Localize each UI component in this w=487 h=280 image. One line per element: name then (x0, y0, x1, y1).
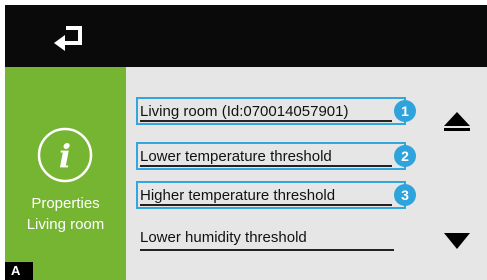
divider (140, 204, 392, 206)
return-arrow-icon (54, 26, 82, 51)
list-item-higher-temperature[interactable]: Higher temperature threshold 3 (136, 181, 416, 209)
title-line-1: Properties (31, 195, 100, 212)
callout-badge: 1 (394, 100, 416, 122)
triangle-down-icon (444, 233, 470, 249)
property-list-panel: Living room (Id:070014057901) 1 Lower te… (126, 67, 487, 280)
scroll-up-button[interactable] (442, 111, 472, 133)
divider (140, 120, 392, 122)
callout-badge: 2 (394, 145, 416, 167)
divider (140, 249, 394, 251)
list-item-label: Living room (Id:070014057901) (140, 103, 349, 120)
list-item-label: Lower temperature threshold (140, 148, 332, 165)
scroll-down-button[interactable] (442, 231, 472, 253)
title-line-2: Living room (26, 216, 105, 233)
back-button[interactable] (53, 25, 87, 51)
list-item-lower-temperature[interactable]: Lower temperature threshold 2 (136, 142, 416, 170)
info-icon: i (37, 127, 93, 183)
page-title: Properties Living room (5, 193, 126, 235)
info-glyph: i (59, 137, 71, 175)
corner-label: A (5, 262, 33, 280)
divider (140, 165, 392, 167)
list-item-room-id[interactable]: Living room (Id:070014057901) 1 (136, 97, 416, 125)
callout-badge: 3 (394, 184, 416, 206)
sidebar: i Properties Living room (5, 67, 126, 280)
list-item-label: Lower humidity threshold (140, 229, 307, 246)
top-bar (5, 5, 487, 67)
list-item-label: Higher temperature threshold (140, 187, 336, 204)
triangle-up-icon (444, 112, 470, 131)
list-item-lower-humidity[interactable]: Lower humidity threshold (136, 223, 406, 251)
